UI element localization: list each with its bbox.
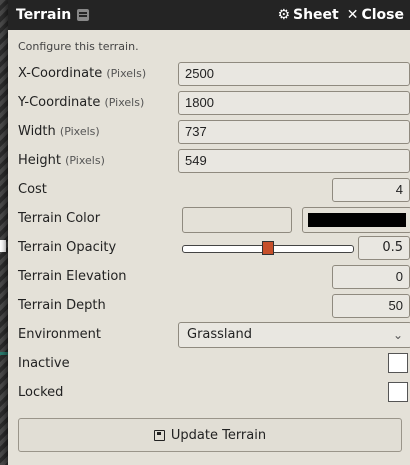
scene-marker bbox=[0, 240, 6, 252]
terrain-color-row: Terrain Color bbox=[18, 204, 410, 233]
environment-select[interactable]: Grassland ⌄ bbox=[178, 322, 410, 348]
terrain-elevation-row: Terrain Elevation 0 bbox=[18, 262, 410, 291]
terrain-config-window: Terrain ⚙ Sheet ✕ Close Configure this t… bbox=[8, 0, 410, 465]
y-coordinate-label: Y-Coordinate (Pixels) bbox=[18, 95, 145, 110]
terrain-opacity-label: Terrain Opacity bbox=[18, 240, 117, 255]
x-coordinate-input[interactable]: 2500 bbox=[178, 62, 410, 86]
inactive-row: Inactive bbox=[18, 349, 408, 378]
y-coordinate-row: Y-Coordinate (Pixels) 1800 bbox=[18, 88, 410, 117]
width-input[interactable]: 737 bbox=[178, 120, 410, 144]
locked-label: Locked bbox=[18, 385, 64, 400]
x-coordinate-label: X-Coordinate (Pixels) bbox=[18, 66, 147, 81]
tag-icon bbox=[77, 9, 90, 21]
gear-icon: ⚙ bbox=[277, 7, 290, 23]
width-label: Width (Pixels) bbox=[18, 124, 100, 139]
height-label: Height (Pixels) bbox=[18, 153, 105, 168]
sheet-label: Sheet bbox=[293, 7, 339, 23]
elevation-input[interactable]: 0 bbox=[332, 265, 410, 289]
color-text-field[interactable] bbox=[182, 207, 292, 233]
window-title: Terrain bbox=[16, 7, 72, 23]
environment-label: Environment bbox=[18, 327, 102, 342]
cost-row: Cost 4 bbox=[18, 175, 410, 204]
height-input[interactable]: 549 bbox=[178, 149, 410, 173]
color-swatch bbox=[308, 213, 406, 227]
opacity-slider[interactable] bbox=[182, 241, 354, 255]
close-button[interactable]: ✕ Close bbox=[347, 7, 404, 23]
form-content: Configure this terrain. X-Coordinate (Pi… bbox=[8, 30, 410, 407]
depth-input[interactable]: 50 bbox=[332, 294, 410, 318]
inactive-checkbox[interactable] bbox=[388, 353, 408, 373]
terrain-opacity-row: Terrain Opacity 0.5 bbox=[18, 233, 410, 262]
inactive-label: Inactive bbox=[18, 356, 70, 371]
opacity-value: 0.5 bbox=[358, 236, 410, 260]
save-icon bbox=[153, 429, 165, 441]
y-coordinate-input[interactable]: 1800 bbox=[178, 91, 410, 115]
chevron-down-icon: ⌄ bbox=[392, 328, 403, 342]
locked-row: Locked bbox=[18, 378, 408, 407]
terrain-depth-row: Terrain Depth 50 bbox=[18, 291, 410, 320]
window-titlebar[interactable]: Terrain ⚙ Sheet ✕ Close bbox=[8, 0, 410, 30]
update-terrain-button[interactable]: Update Terrain bbox=[18, 418, 402, 452]
terrain-elevation-label: Terrain Elevation bbox=[18, 269, 127, 284]
form-hint: Configure this terrain. bbox=[18, 40, 139, 53]
cost-input[interactable]: 4 bbox=[332, 178, 410, 202]
width-row: Width (Pixels) 737 bbox=[18, 117, 410, 146]
x-coordinate-row: X-Coordinate (Pixels) 2500 bbox=[18, 59, 410, 88]
height-row: Height (Pixels) 549 bbox=[18, 146, 410, 175]
cost-label: Cost bbox=[18, 182, 47, 197]
locked-checkbox[interactable] bbox=[388, 382, 408, 402]
update-terrain-label: Update Terrain bbox=[170, 427, 267, 443]
opacity-slider-handle[interactable] bbox=[262, 241, 274, 255]
close-label: Close bbox=[361, 7, 404, 23]
environment-row: Environment Grassland ⌄ bbox=[18, 320, 410, 349]
sheet-button[interactable]: ⚙ Sheet bbox=[277, 7, 338, 23]
color-picker[interactable] bbox=[302, 207, 410, 233]
close-icon: ✕ bbox=[346, 7, 359, 23]
terrain-depth-label: Terrain Depth bbox=[18, 298, 106, 313]
terrain-color-label: Terrain Color bbox=[18, 211, 101, 226]
environment-value: Grassland bbox=[187, 327, 252, 342]
